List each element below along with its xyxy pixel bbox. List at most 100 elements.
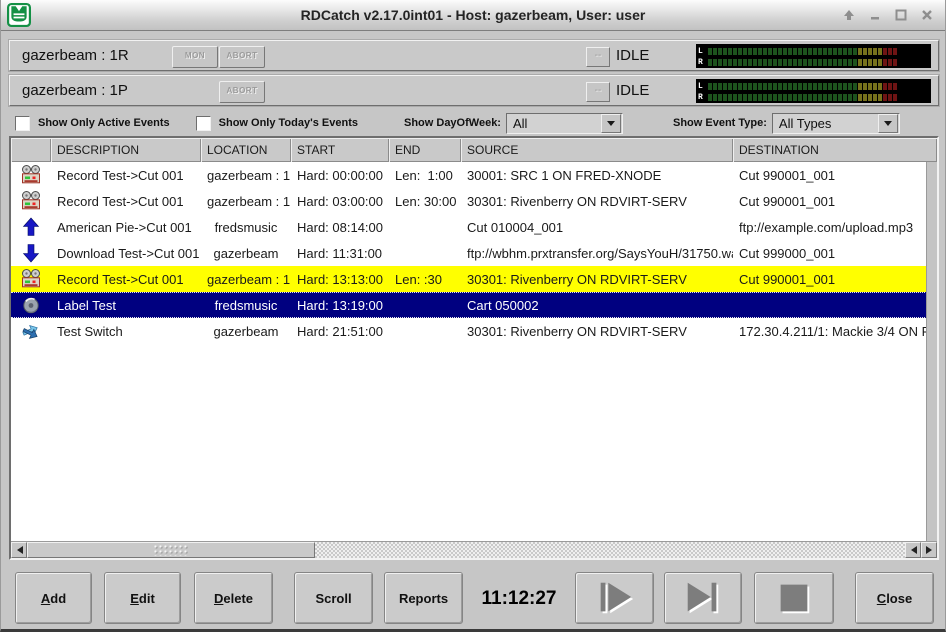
close-button[interactable] xyxy=(917,5,937,25)
scrollbar-grip xyxy=(154,545,188,556)
show-today-checkbox[interactable] xyxy=(196,116,211,131)
destination-cell: Cut 990001_001 xyxy=(733,168,927,183)
reports-button[interactable]: Reports xyxy=(384,572,463,624)
column-header-description[interactable]: DESCRIPTION xyxy=(51,138,201,162)
edit-button-label: Edit xyxy=(130,591,155,606)
column-header-start[interactable]: START xyxy=(291,138,389,162)
column-header-source[interactable]: SOURCE xyxy=(461,138,733,162)
meter-segment xyxy=(888,83,892,90)
location-cell: gazerbeam : 1R xyxy=(201,168,291,183)
filter-bar: Show Only Active Events Show Only Today'… xyxy=(15,110,935,136)
add-button-label: Add xyxy=(41,591,66,606)
scroll-left-button[interactable] xyxy=(11,542,27,558)
meter-segment xyxy=(768,83,772,90)
scroll-right-button[interactable] xyxy=(921,542,937,558)
meter-segment xyxy=(888,48,892,55)
meter-channel-label: L xyxy=(698,47,708,56)
description-cell: Test Switch xyxy=(51,324,201,339)
scrollbar-thumb[interactable] xyxy=(27,542,315,558)
start-cell: Hard: 11:31:00 xyxy=(291,246,389,261)
meter-segment xyxy=(808,48,812,55)
abort-button[interactable]: ABORT xyxy=(219,81,265,103)
switch-icon xyxy=(11,321,51,341)
meter-segment xyxy=(728,59,732,66)
description-cell: Record Test->Cut 001 xyxy=(51,272,201,287)
table-row[interactable]: Record Test->Cut 001gazerbeam : 1RHard: … xyxy=(11,162,927,188)
meter-segment xyxy=(823,94,827,101)
add-button[interactable]: Add xyxy=(15,572,92,624)
meter-segment xyxy=(783,59,787,66)
meter-segment xyxy=(763,48,767,55)
meter-segment xyxy=(888,94,892,101)
meter-segment xyxy=(708,83,712,90)
meter-segment xyxy=(753,59,757,66)
play-next-button[interactable] xyxy=(664,572,742,624)
scroll-left-button-alt[interactable] xyxy=(905,542,921,558)
meter-segment xyxy=(728,48,732,55)
description-cell: Download Test->Cut 001 xyxy=(51,246,201,261)
start-cell: Hard: 13:13:00 xyxy=(291,272,389,287)
meter-segment xyxy=(828,48,832,55)
meter-segment xyxy=(828,94,832,101)
location-cell: gazerbeam : 1R xyxy=(201,272,291,287)
stop-button[interactable] xyxy=(754,572,834,624)
dayofweek-select[interactable]: All xyxy=(506,113,623,134)
close-window-button[interactable]: Close xyxy=(855,572,934,624)
monitor-toggle-button[interactable]: -- xyxy=(586,82,610,102)
meter-segment xyxy=(808,83,812,90)
abort-button[interactable]: ABORT xyxy=(219,46,265,68)
table-row[interactable]: Download Test->Cut 001gazerbeamHard: 11:… xyxy=(11,240,927,266)
eventtype-value: All Types xyxy=(773,116,878,131)
start-cell: Hard: 21:51:00 xyxy=(291,324,389,339)
meter-segment xyxy=(738,59,742,66)
play-button[interactable] xyxy=(575,572,654,624)
table-row[interactable]: Label TestfredsmusicHard: 13:19:00Cart 0… xyxy=(11,292,927,318)
column-header-end[interactable]: END xyxy=(389,138,461,162)
meter-segment xyxy=(843,48,847,55)
table-row[interactable]: American Pie->Cut 001fredsmusicHard: 08:… xyxy=(11,214,927,240)
meter-segment xyxy=(838,94,842,101)
deck-name: gazerbeam : 1R xyxy=(22,47,129,64)
horizontal-scrollbar[interactable] xyxy=(11,541,937,558)
meter-segment xyxy=(793,59,797,66)
minimize-button[interactable] xyxy=(865,5,885,25)
table-row[interactable]: Record Test->Cut 001gazerbeam : 1RHard: … xyxy=(11,188,927,214)
table-row[interactable]: Record Test->Cut 001gazerbeam : 1RHard: … xyxy=(11,266,927,292)
maximize-button[interactable] xyxy=(891,5,911,25)
meter-segment xyxy=(713,48,717,55)
edit-button[interactable]: Edit xyxy=(104,572,181,624)
delete-button[interactable]: Delete xyxy=(194,572,273,624)
source-cell: 30001: SRC 1 ON FRED-XNODE xyxy=(461,168,733,183)
table-row[interactable]: Test SwitchgazerbeamHard: 21:51:0030301:… xyxy=(11,318,927,344)
source-cell: 30301: Rivenberry ON RDVIRT-SERV xyxy=(461,324,733,339)
eventtype-select[interactable]: All Types xyxy=(772,113,900,134)
column-header-icon[interactable] xyxy=(11,138,51,162)
audio-meter: L R xyxy=(696,44,931,68)
meter-segment xyxy=(873,94,877,101)
monitor-toggle-button[interactable]: -- xyxy=(586,47,610,67)
wall-clock: 11:12:27 xyxy=(469,588,569,610)
source-cell: Cut 010004_001 xyxy=(461,220,733,235)
shade-button[interactable] xyxy=(839,5,859,25)
chevron-down-icon[interactable] xyxy=(878,114,898,133)
scroll-button[interactable]: Scroll xyxy=(294,572,373,624)
audio-meter: L R xyxy=(696,79,931,103)
meter-segment xyxy=(748,48,752,55)
source-cell: 30301: Rivenberry ON RDVIRT-SERV xyxy=(461,272,733,287)
meter-segment xyxy=(743,48,747,55)
scroll-button-label: Scroll xyxy=(315,591,351,606)
meter-segment xyxy=(798,59,802,66)
meter-segment xyxy=(833,83,837,90)
scrollbar-track[interactable] xyxy=(315,542,905,558)
meter-segment xyxy=(743,94,747,101)
title-bar[interactable]: RDCatch v2.17.0int01 - Host: gazerbeam, … xyxy=(1,0,945,31)
meter-segment xyxy=(848,94,852,101)
chevron-down-icon[interactable] xyxy=(601,114,621,133)
column-header-destination[interactable]: DESTINATION xyxy=(733,138,937,162)
meter-segment xyxy=(743,59,747,66)
show-active-checkbox[interactable] xyxy=(15,116,30,131)
column-header-location[interactable]: LOCATION xyxy=(201,138,291,162)
meter-segment xyxy=(863,48,867,55)
play-icon xyxy=(594,577,636,619)
monitor-button[interactable]: MON xyxy=(172,46,218,68)
